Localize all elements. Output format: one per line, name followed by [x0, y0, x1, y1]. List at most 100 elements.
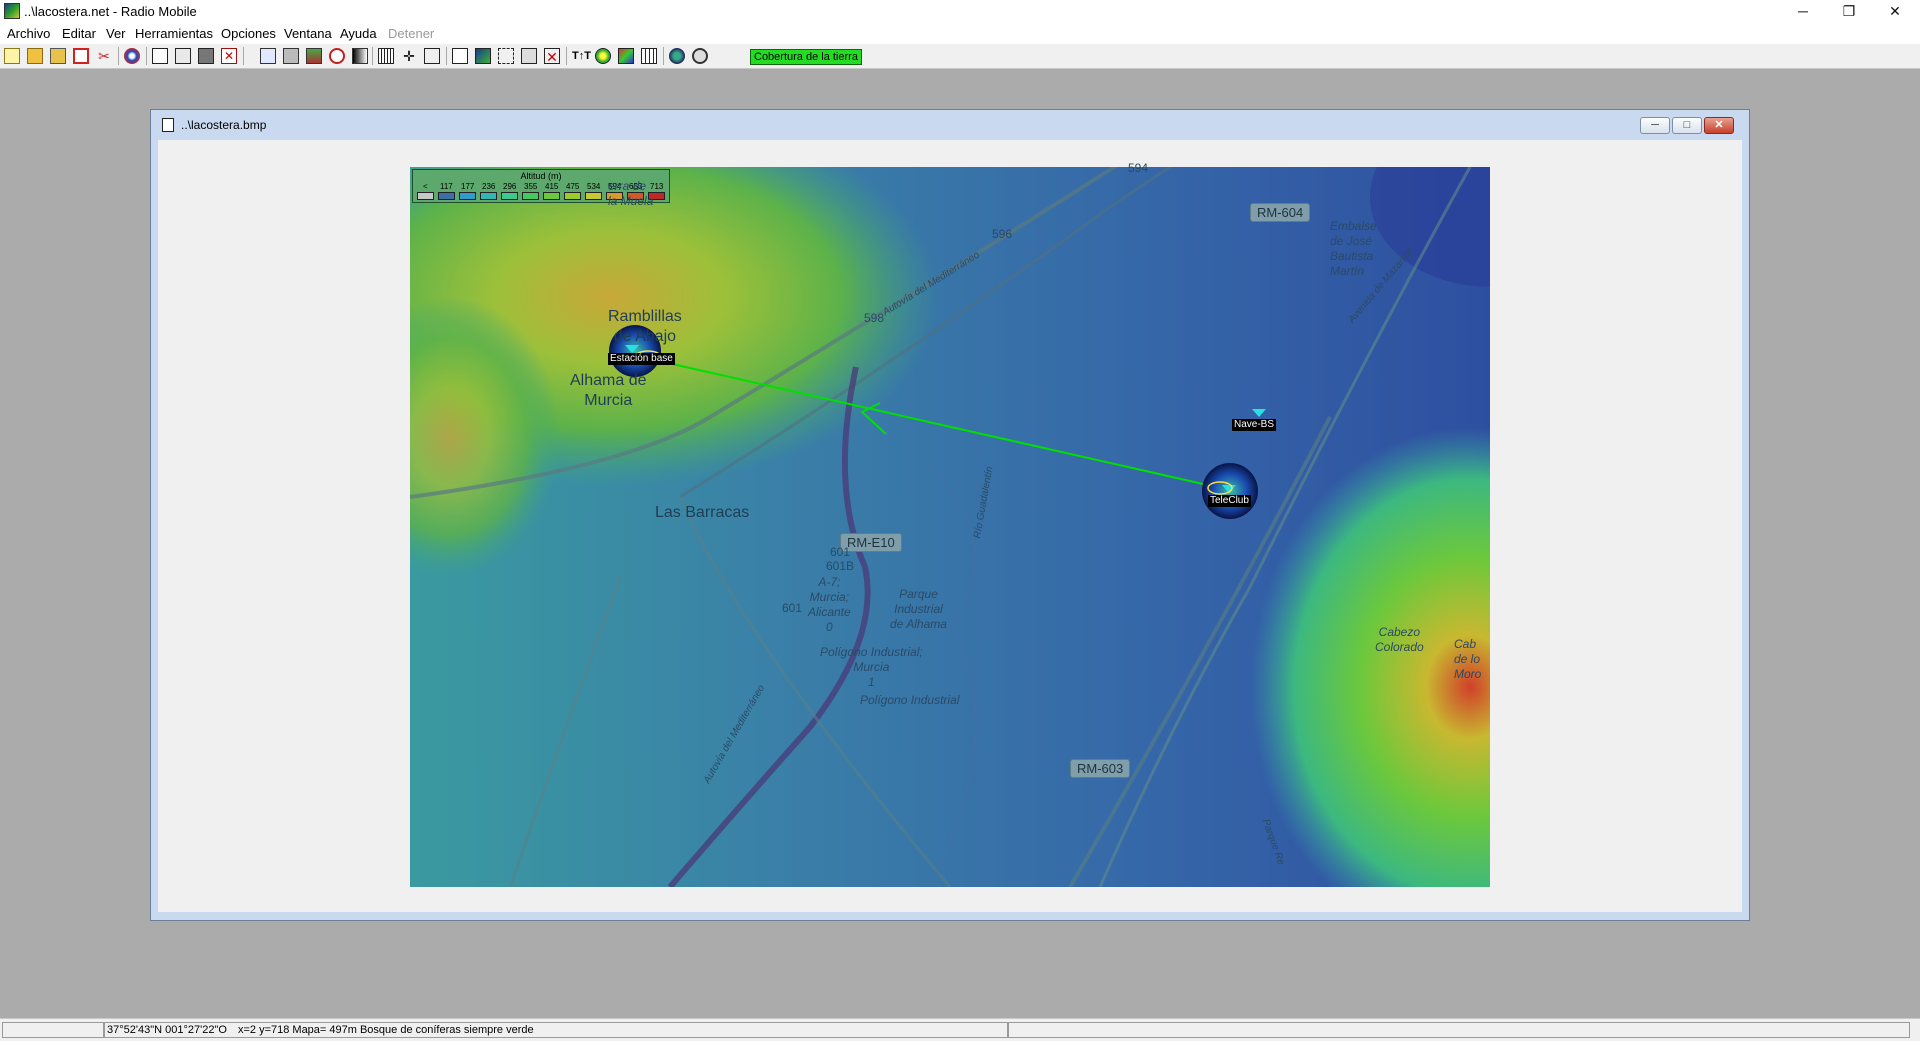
print-icon[interactable]	[283, 48, 299, 64]
compass-icon[interactable]	[329, 48, 345, 64]
minimize-button[interactable]: ─	[1780, 0, 1826, 24]
child-minimize-button[interactable]: ─	[1640, 117, 1670, 134]
menu-ver[interactable]: Ver	[106, 26, 126, 41]
close-button[interactable]: ✕	[1872, 0, 1918, 24]
las-barracas-label: Las Barracas	[655, 504, 750, 521]
ruler-icon[interactable]	[378, 48, 394, 64]
window-icon[interactable]	[452, 48, 468, 64]
window-title: ..\lacostera.net - Radio Mobile	[24, 4, 197, 19]
legend-swatch	[564, 192, 581, 200]
radio-link-icon[interactable]: T↑T	[572, 48, 591, 64]
status-pane-right	[1008, 1022, 1910, 1038]
menu-ayuda[interactable]: Ayuda	[340, 26, 377, 41]
child-restore-button[interactable]: □	[1672, 117, 1702, 134]
ramblillas-label: Ramblillas de Abajo	[608, 308, 682, 345]
road-number: 598	[864, 311, 885, 325]
globe-icon[interactable]	[124, 48, 140, 64]
road-number: 601B	[826, 559, 855, 573]
road-number: 594	[1128, 161, 1149, 175]
cut-icon[interactable]: ✂	[96, 48, 112, 64]
legend-swatch	[480, 192, 497, 200]
menu-ventana[interactable]: Ventana	[284, 26, 332, 41]
grayscale-icon[interactable]	[352, 48, 368, 64]
legend-label: 415	[545, 182, 559, 191]
terrain-map[interactable]: Altitud (m) < 117 177 236 296 355 415 47…	[410, 161, 1490, 887]
legend-label: 117	[440, 182, 453, 191]
road-badge-rm604: RM-604	[1250, 203, 1311, 222]
road-badge-rm603: RM-603	[1070, 759, 1131, 778]
close-picture-icon[interactable]: ✕	[221, 48, 237, 64]
cabezo-colorado-label: Cabezo Colorado	[1375, 625, 1424, 654]
legend-label: 177	[461, 182, 475, 191]
child-close-button[interactable]: ✕	[1704, 117, 1734, 134]
cabezo-moro-label: Cab de lo Moro	[1454, 637, 1482, 681]
mdi-workspace: ..\lacostera.bmp ─ □ ✕ Altitud (m) < 117…	[0, 70, 1920, 1018]
network-properties-icon[interactable]	[73, 48, 89, 64]
elevation-icon[interactable]	[306, 48, 322, 64]
restore-button[interactable]: ❐	[1826, 0, 1872, 24]
route-icon[interactable]	[641, 48, 657, 64]
save-all-icon[interactable]	[50, 48, 66, 64]
a7-exit-label: A-7; Murcia; Alicante 0	[808, 575, 851, 634]
fit-icon[interactable]	[498, 48, 514, 64]
legend-label: <	[423, 182, 428, 191]
legend-label: 355	[524, 182, 538, 191]
title-bar: ..\lacostera.net - Radio Mobile ─ ❐ ✕	[0, 0, 1920, 24]
site-label-nave-bs[interactable]: Nave-BS	[1232, 419, 1277, 431]
status-pane-info: 37°52'43"N 001°27'22"O x=2 y=718 Mapa= 4…	[104, 1022, 1008, 1038]
photo-icon[interactable]	[424, 48, 440, 64]
settings-icon[interactable]	[692, 48, 708, 64]
legend-swatch	[501, 192, 518, 200]
cartesian-icon[interactable]	[618, 48, 634, 64]
status-pane-empty	[2, 1022, 104, 1038]
road-number: 596	[992, 227, 1013, 241]
legend-swatch	[543, 192, 560, 200]
radio-mobile-app-icon	[4, 3, 20, 19]
menu-bar: Archivo Editar Ver Herramientas Opciones…	[0, 24, 1920, 44]
polar-icon[interactable]	[595, 48, 611, 64]
save-picture-icon[interactable]	[198, 48, 214, 64]
embalse-label: Embalse de José Bautista Martín	[1330, 219, 1377, 278]
legend-label: 236	[482, 182, 496, 191]
legend-swatch	[417, 192, 434, 200]
sierra-label: erra de la Muela	[608, 179, 654, 208]
legend-label: 296	[503, 182, 517, 191]
site-label-teleclub[interactable]: TeleClub	[1208, 495, 1251, 507]
crosshair-icon[interactable]: ✛	[401, 48, 417, 64]
delete-icon[interactable]: ✕	[544, 48, 560, 65]
poligono-industrial-label-2: Polígono Industrial	[860, 693, 960, 707]
legend-swatch	[522, 192, 539, 200]
legend-swatch	[438, 192, 455, 200]
picture-client-area: Altitud (m) < 117 177 236 296 355 415 47…	[158, 140, 1742, 912]
copy-icon[interactable]	[260, 48, 276, 64]
child-window-title: ..\lacostera.bmp	[181, 118, 267, 132]
status-map-info: x=2 y=718 Mapa= 497m Bosque de coníferas…	[237, 1024, 534, 1036]
document-icon	[162, 118, 174, 132]
google-icon[interactable]	[475, 48, 491, 64]
open-icon[interactable]	[27, 48, 43, 64]
parque-industrial-label: Parque Industrial de Alhama	[890, 587, 947, 631]
poligono-industrial-label: Polígono Industrial; Murcia 1	[820, 645, 923, 689]
status-bar: 37°52'43"N 001°27'22"O x=2 y=718 Mapa= 4…	[0, 1018, 1920, 1041]
menu-herramientas[interactable]: Herramientas	[135, 26, 213, 41]
zoom-icon[interactable]	[521, 48, 537, 64]
menu-opciones[interactable]: Opciones	[221, 26, 276, 41]
legend-swatch	[585, 192, 602, 200]
world-icon[interactable]	[669, 48, 685, 64]
new-icon[interactable]	[4, 48, 20, 64]
menu-detener[interactable]: Detener	[388, 26, 434, 41]
menu-archivo[interactable]: Archivo	[7, 26, 50, 41]
site-label-estacion-base[interactable]: Estación base	[608, 353, 675, 365]
merge-icon[interactable]	[175, 48, 191, 64]
map-properties-icon[interactable]	[152, 48, 168, 64]
alhama-label: Alhama de Murcia	[570, 372, 647, 409]
road-number: 601	[830, 545, 851, 559]
legend-label: 475	[566, 182, 580, 191]
coverage-button[interactable]: Cobertura de la tierra	[750, 49, 862, 65]
map-child-window: ..\lacostera.bmp ─ □ ✕ Altitud (m) < 117…	[150, 109, 1750, 921]
road-number: 601	[782, 601, 803, 615]
menu-editar[interactable]: Editar	[62, 26, 96, 41]
legend-swatch	[459, 192, 476, 200]
status-coordinates: 37°52'43"N 001°27'22"O	[107, 1024, 227, 1036]
toolbar: ✂ ✕ ✛ ✕ T↑T Cobertura de la tierra	[0, 44, 1920, 69]
